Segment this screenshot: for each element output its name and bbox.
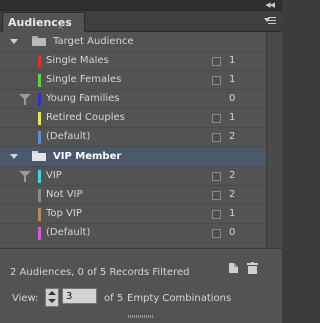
audience-label: VIP: [46, 170, 62, 181]
audience-label: Young Families: [46, 93, 120, 104]
stepper-down-icon[interactable]: [48, 299, 56, 303]
audience-label: (Default): [46, 227, 91, 238]
color-swatch: [38, 170, 41, 183]
tab-close-icon[interactable]: ×: [57, 23, 64, 31]
collapse-panel-icon[interactable]: ◀◀: [265, 0, 275, 10]
record-count: 1: [229, 74, 236, 85]
color-swatch: [38, 208, 41, 221]
expand-arrow-icon[interactable]: [10, 154, 18, 159]
tab-audiences[interactable]: Audiences: [2, 12, 85, 32]
audience-row[interactable]: VIP 2: [0, 167, 266, 186]
view-total-text: of 5: [104, 293, 124, 304]
filter-checkbox[interactable]: [212, 210, 221, 219]
audience-row[interactable]: (Default) 0: [0, 224, 266, 243]
group-label: VIP Member: [53, 151, 122, 162]
audience-label: Single Males: [46, 55, 109, 66]
record-count: 2: [229, 170, 236, 181]
audiences-panel: ◀◀ Audiences × Target Audience Single Ma…: [0, 0, 283, 323]
filter-checkbox[interactable]: [212, 57, 221, 66]
filter-checkbox[interactable]: [212, 172, 221, 181]
record-count: 2: [229, 189, 236, 200]
audience-row[interactable]: Young Families 0: [0, 90, 266, 109]
group-row-target-audience[interactable]: Target Audience: [0, 32, 266, 52]
filter-checkbox[interactable]: [212, 133, 221, 142]
color-swatch: [38, 112, 41, 125]
expand-arrow-icon[interactable]: [10, 39, 18, 44]
color-swatch: [38, 131, 41, 144]
audience-label: Top VIP: [46, 208, 82, 219]
audience-label: (Default): [46, 131, 91, 142]
color-swatch: [38, 55, 41, 68]
record-count: 1: [229, 112, 236, 123]
filter-checkbox[interactable]: [212, 76, 221, 85]
color-swatch: [38, 189, 41, 202]
audience-label: Single Females: [46, 74, 122, 85]
folder-icon: [32, 151, 46, 161]
tab-row: Audiences ×: [0, 11, 282, 32]
stepper-up-icon[interactable]: [48, 291, 56, 295]
audience-label: Not VIP: [46, 189, 83, 200]
panel-menu-icon[interactable]: [264, 16, 276, 26]
view-label: View:: [12, 293, 39, 304]
filter-checkbox[interactable]: [212, 191, 221, 200]
view-count-input[interactable]: [62, 288, 97, 304]
audience-row[interactable]: Retired Couples 1: [0, 109, 266, 128]
record-count: 0: [229, 93, 236, 104]
record-count: 2: [229, 131, 236, 142]
audience-row[interactable]: Top VIP 1: [0, 205, 266, 224]
record-count: 1: [229, 55, 236, 66]
empty-combinations-text: Empty Combinations: [127, 293, 232, 304]
group-row-vip-member[interactable]: VIP Member: [0, 147, 266, 167]
folder-icon: [32, 36, 46, 46]
audience-row[interactable]: Not VIP 2: [0, 186, 266, 205]
filter-checkbox[interactable]: [212, 229, 221, 238]
view-stepper[interactable]: [45, 288, 59, 307]
audience-list: Target Audience Single Males 1 Single Fe…: [0, 32, 266, 248]
audience-row[interactable]: Single Males 1: [0, 52, 266, 71]
filter-icon[interactable]: [19, 94, 31, 105]
panel-titlebar: ◀◀: [0, 0, 282, 11]
list-scrollbar[interactable]: [266, 32, 283, 248]
audience-row[interactable]: Single Females 1: [0, 71, 266, 90]
status-text: 2 Audiences, 0 of 5 Records Filtered: [10, 267, 190, 278]
color-swatch: [38, 74, 41, 87]
trash-icon[interactable]: [247, 262, 258, 274]
record-count: 1: [229, 208, 236, 219]
new-audience-icon[interactable]: [229, 262, 240, 273]
color-swatch: [38, 227, 41, 240]
filter-checkbox[interactable]: [212, 114, 221, 123]
resize-grip-icon[interactable]: [128, 315, 154, 318]
audience-label: Retired Couples: [46, 112, 125, 123]
color-swatch: [38, 93, 41, 106]
audience-row[interactable]: (Default) 2: [0, 128, 266, 147]
filter-icon[interactable]: [19, 171, 31, 182]
panel-footer: 2 Audiences, 0 of 5 Records Filtered Vie…: [0, 248, 282, 323]
record-count: 0: [229, 227, 236, 238]
group-label: Target Audience: [53, 36, 134, 47]
